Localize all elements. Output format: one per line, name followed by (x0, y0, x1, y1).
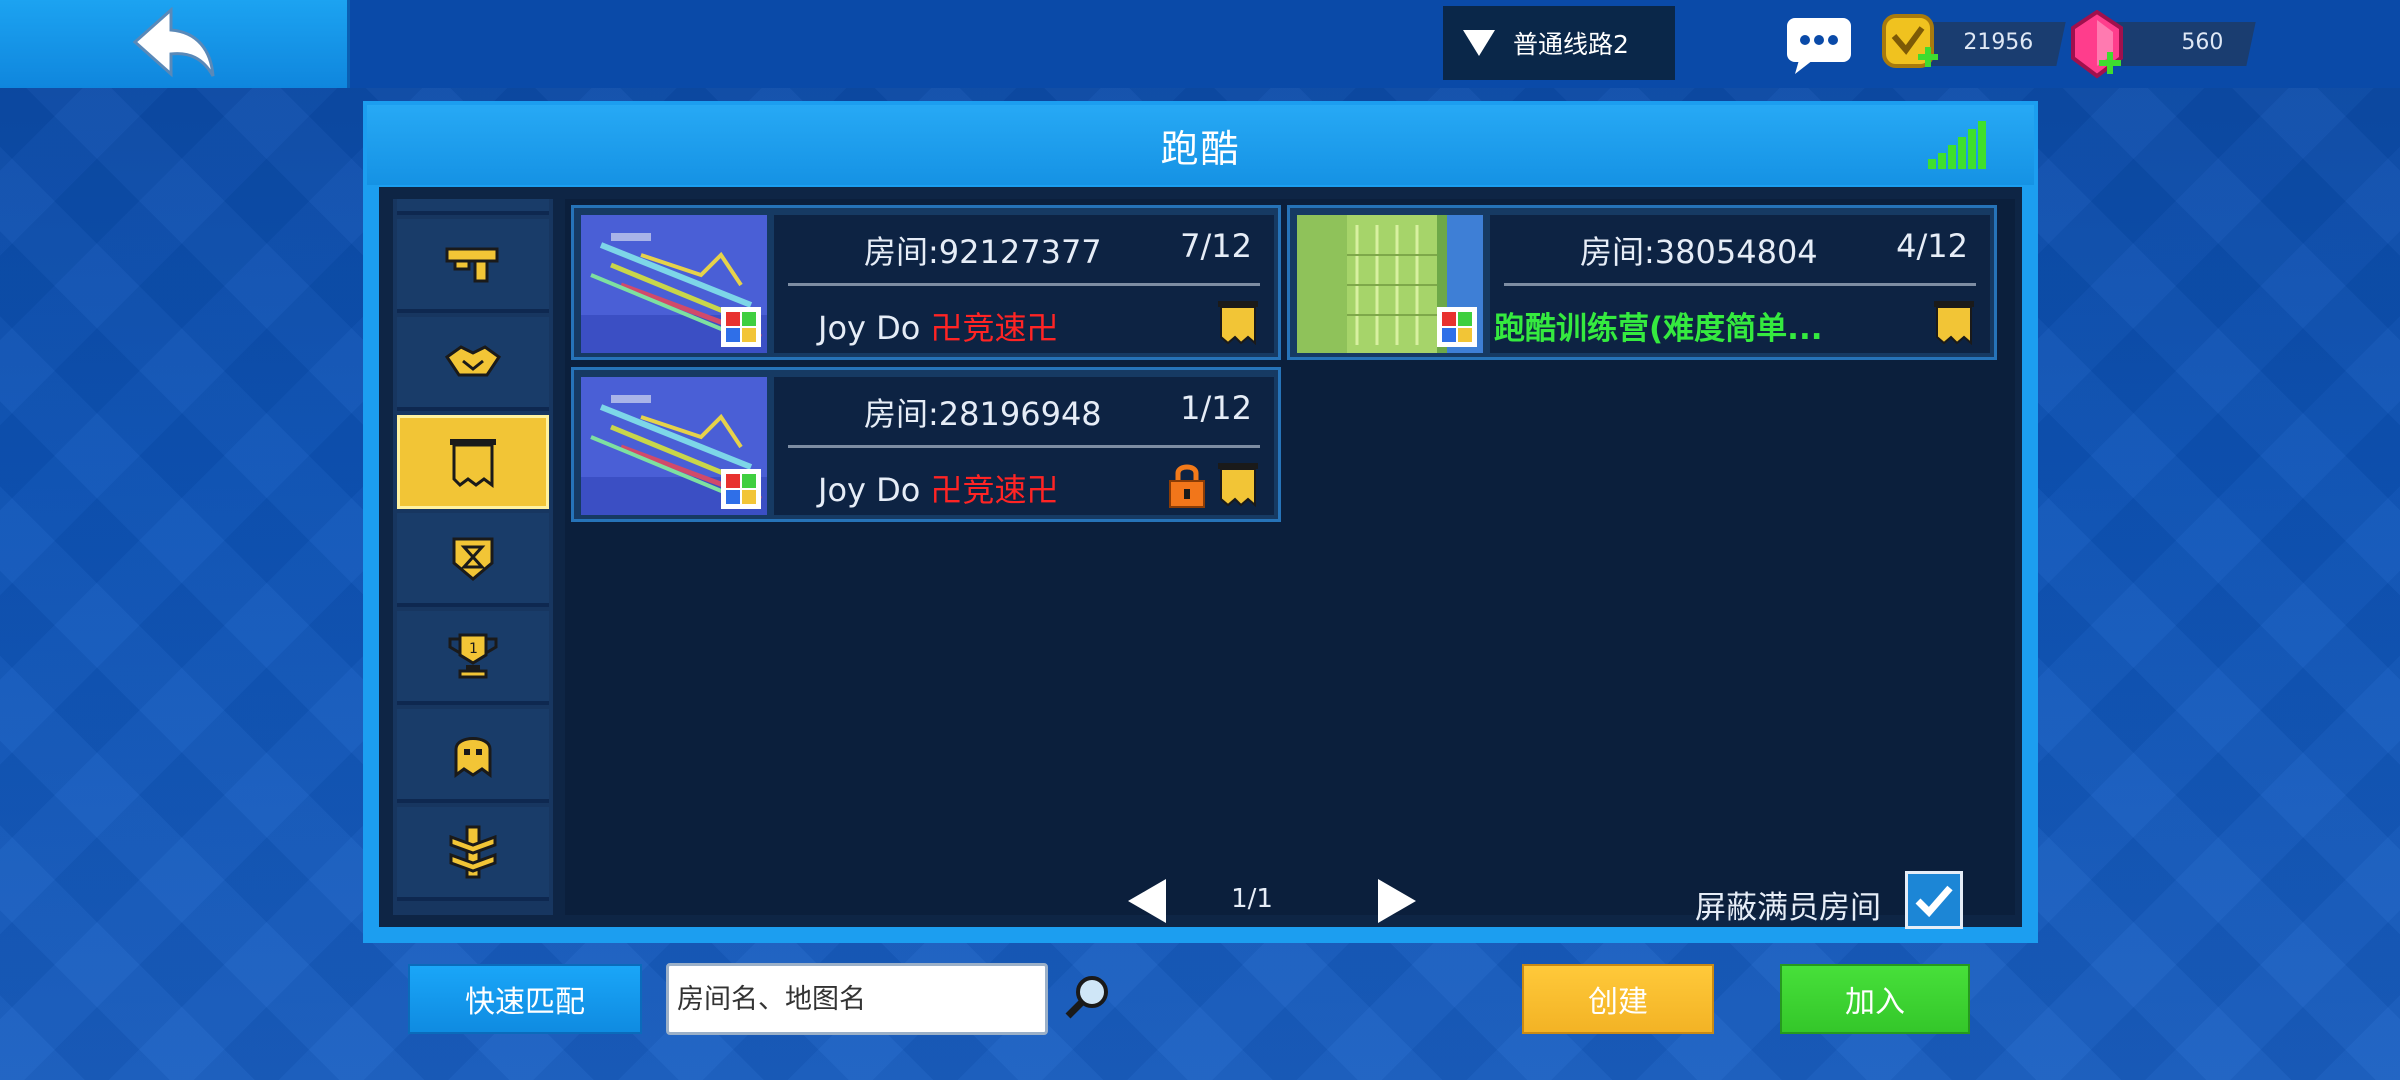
mode-badge-icon (721, 469, 761, 509)
room-divider (788, 445, 1260, 448)
category-parkour[interactable] (397, 415, 549, 509)
mode-badge-icon (721, 307, 761, 347)
join-room-button[interactable]: 加入 (1780, 964, 1970, 1034)
room-info: 房间:38054804 4/12 跑酷训练营(难度简单... (1490, 215, 1990, 353)
room-list: 房间:92127377 7/12 Joy Do 卍竞速卍 房间:38054804… (565, 199, 2015, 929)
category-timed[interactable] (397, 513, 549, 607)
category-horror[interactable] (397, 709, 549, 803)
owner-tag: 卍竞速卍 (930, 471, 1059, 509)
create-room-button[interactable]: 创建 (1522, 964, 1714, 1034)
gem-amount: 560 (2181, 30, 2224, 55)
checkmark-icon (1915, 885, 1953, 917)
parkour-banner-icon (1218, 463, 1258, 507)
player-count: 1/12 (1180, 389, 1252, 427)
room-card[interactable]: 房间:92127377 7/12 Joy Do 卍竞速卍 (571, 205, 1281, 360)
signal-strength-icon (1928, 121, 1986, 169)
category-ranking[interactable]: 1 (397, 611, 549, 705)
search-icon[interactable] (1062, 972, 1112, 1022)
gun-icon (445, 247, 499, 283)
category-gun[interactable] (397, 219, 549, 313)
dropdown-triangle-icon (1463, 30, 1495, 56)
category-sidebar: 1 (393, 199, 553, 915)
page-indicator: 1/1 (1231, 884, 1273, 914)
chevron-rank-icon (449, 825, 497, 879)
room-id: 房间:92127377 (864, 233, 1102, 271)
player-count: 7/12 (1180, 227, 1252, 265)
ghost-icon (454, 737, 492, 778)
owner-name: Joy Do (818, 309, 921, 347)
coin-amount: 21956 (1963, 30, 2034, 55)
player-count: 4/12 (1896, 227, 1968, 265)
room-owner: Joy Do 卍竞速卍 (818, 465, 1059, 511)
panel-body: 1 房间:92127377 7/12 Joy Do 卍竞速卍 房间:380548… (367, 185, 2034, 939)
category-cooperation[interactable] (397, 317, 549, 411)
handshake-icon (444, 345, 502, 377)
room-id: 房间:28196948 (864, 395, 1102, 433)
hide-full-rooms-label: 屏蔽满员房间 (1695, 890, 1881, 926)
trophy-icon: 1 (448, 633, 498, 679)
sidebar-scroll-edge (397, 199, 549, 215)
parkour-banner-icon (1218, 301, 1258, 345)
room-id: 房间:38054804 (1580, 233, 1818, 271)
server-line-label: 普通线路2 (1513, 30, 1629, 59)
owner-name: Joy Do (818, 471, 921, 509)
panel-header: 跑酷 (367, 105, 2034, 185)
hide-full-rooms-checkbox[interactable] (1905, 871, 1963, 929)
quick-match-button[interactable]: 快速匹配 (408, 964, 642, 1034)
chat-icon[interactable] (1785, 16, 1853, 76)
hourglass-badge-icon (452, 537, 494, 581)
back-button[interactable] (0, 0, 350, 88)
room-name: 跑酷训练营(难度简单... (1494, 311, 1823, 347)
next-page-button[interactable] (1378, 879, 1416, 923)
server-line-dropdown[interactable]: 普通线路2 (1443, 6, 1675, 80)
owner-tag: 卍竞速卍 (930, 309, 1059, 347)
mode-badge-icon (1437, 307, 1477, 347)
gold-coin-icon[interactable] (1878, 12, 1942, 76)
room-divider (788, 283, 1260, 286)
top-bar: 普通线路2 21956 560 (0, 0, 2400, 88)
prev-page-button[interactable] (1128, 879, 1166, 923)
parkour-banner-icon (1934, 301, 1974, 345)
room-card[interactable]: 房间:28196948 1/12 Joy Do 卍竞速卍 (571, 367, 1281, 522)
room-divider (1504, 283, 1976, 286)
lock-icon (1169, 464, 1205, 508)
room-search-input[interactable] (666, 963, 1048, 1035)
category-rank[interactable] (397, 807, 549, 901)
back-arrow-icon (132, 6, 214, 78)
banner-icon (450, 439, 496, 488)
room-info: 房间:28196948 1/12 Joy Do 卍竞速卍 (774, 377, 1274, 515)
room-card[interactable]: 房间:38054804 4/12 跑酷训练营(难度简单... (1287, 205, 1997, 360)
room-owner: Joy Do 卍竞速卍 (818, 303, 1059, 349)
panel-title: 跑酷 (1160, 126, 1241, 171)
room-list-panel: 跑酷 1 房间:92127377 7/12 Joy Do 卍竞速卍 房间:380… (363, 101, 2038, 943)
room-info: 房间:92127377 7/12 Joy Do 卍竞速卍 (774, 215, 1274, 353)
svg-text:1: 1 (469, 641, 478, 657)
pink-gem-icon[interactable] (2069, 10, 2125, 80)
